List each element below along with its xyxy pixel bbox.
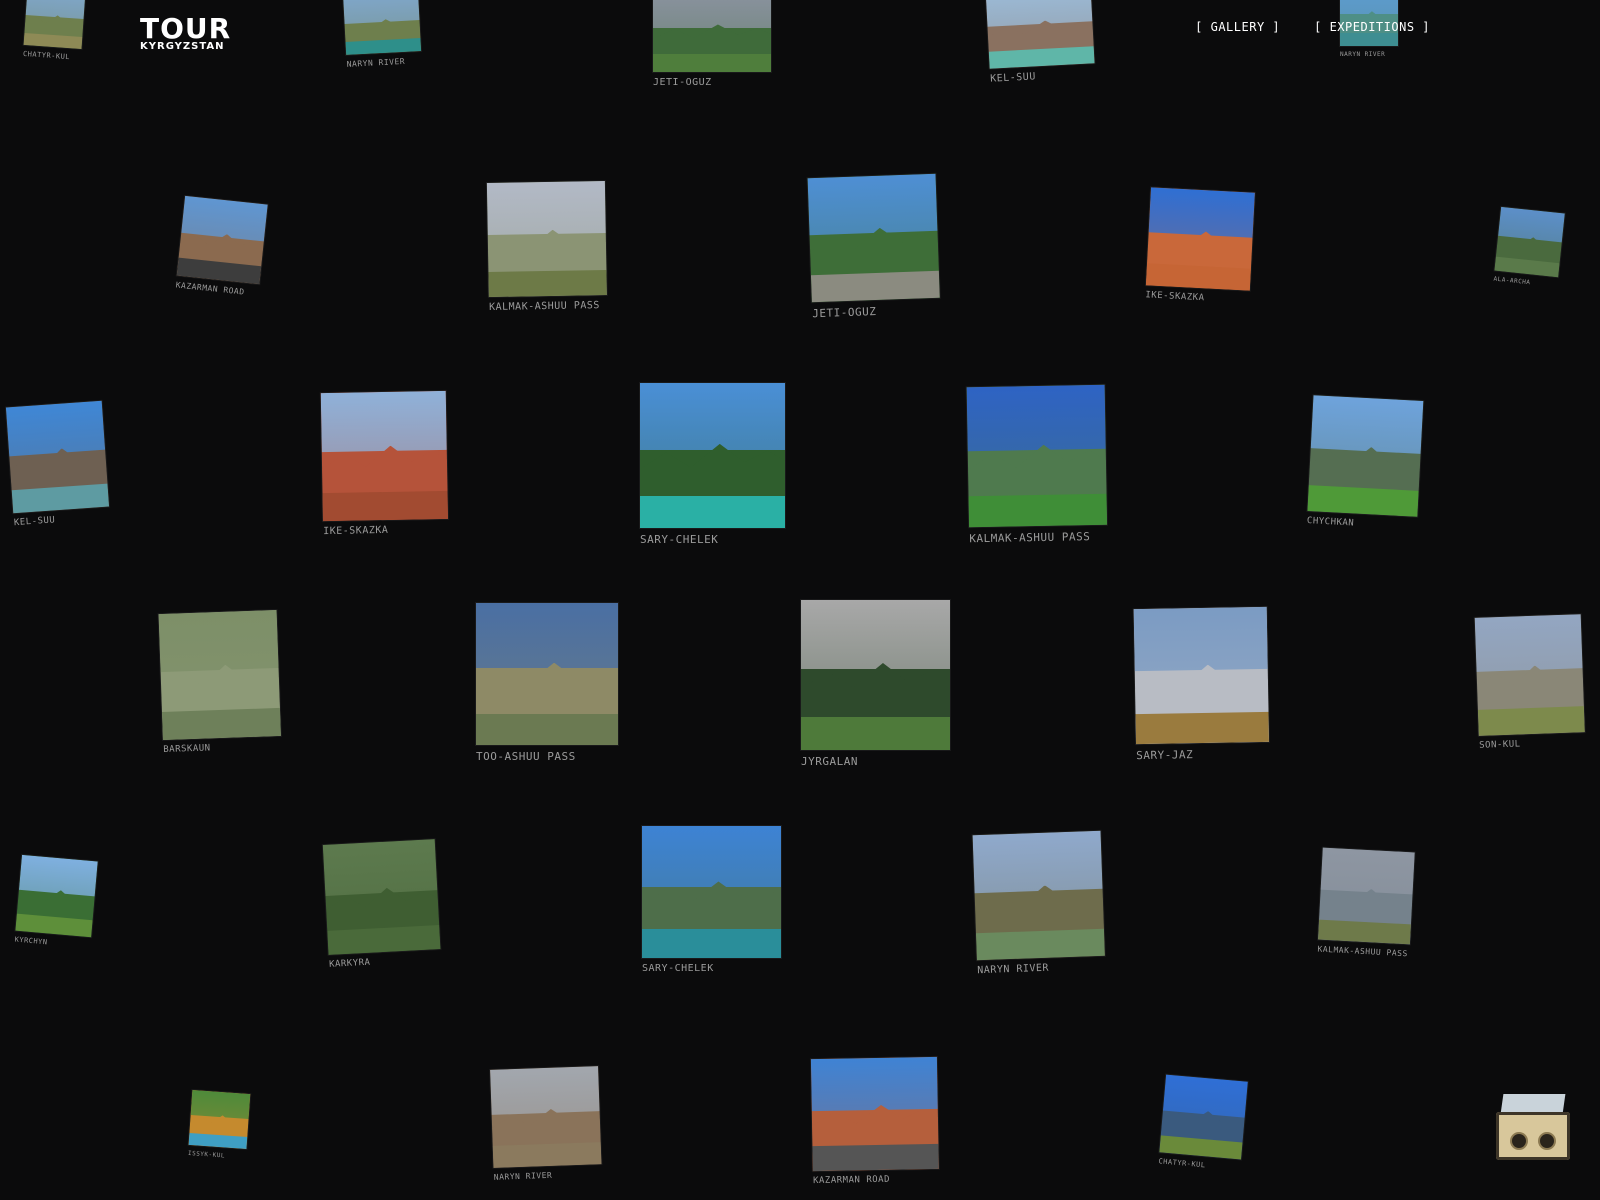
gallery-card[interactable]: NARYN RIVER [343,0,422,69]
logo-wordmark: TOUR [140,12,232,45]
gallery-caption: JETI-OGUZ [653,77,712,88]
gallery-photo [640,383,785,528]
gallery-caption: SARY-CHELEK [640,533,719,546]
gallery-caption: TOO-ASHUU PASS [476,750,576,763]
top-nav: [ GALLERY ] [ EXPEDITIONS ] [1195,20,1430,34]
gallery-caption: KEL-SUU [13,515,56,529]
gallery-card[interactable]: NARYN RIVER [490,1066,602,1182]
gallery-card[interactable]: KAZARMAN ROAD [810,1056,939,1187]
gallery-card[interactable]: JYRGALAN [801,600,950,768]
gallery-card[interactable]: ALA-ARCHA [1493,206,1565,289]
gallery-photo [1145,187,1255,291]
gallery-caption: JYRGALAN [801,755,858,768]
gallery-caption: CHYCHKAN [1306,516,1355,529]
gallery-photo [1474,614,1585,736]
gallery-caption: KAZARMAN ROAD [812,1174,891,1187]
gallery-photo [972,830,1105,961]
gallery-photo [1494,206,1565,278]
gallery-photo [188,1090,251,1149]
gallery-photo [1133,606,1270,745]
gallery-caption: IKE-SKAZKA [323,524,389,538]
gallery-caption: KEL-SUU [989,71,1037,85]
gallery-card[interactable]: IKE-SKAZKA [320,390,448,538]
gallery-card[interactable]: KEL-SUU [5,400,110,529]
gallery-card[interactable]: TOO-ASHUU PASS [476,603,618,763]
gallery-photo [322,839,441,955]
gallery-photo [810,1056,939,1172]
gallery-caption: NARYN RIVER [346,56,406,69]
gallery-photo [320,390,448,522]
gallery-caption: KYRCHYN [14,935,48,947]
gallery-card[interactable]: IKE-SKAZKA [1145,187,1255,305]
gallery-photo [476,603,618,745]
gallery-photo [23,0,86,49]
gallery-card[interactable]: KARKYRA [322,839,441,970]
gallery-card[interactable]: ISSYK-KUL [188,1090,251,1161]
gallery-photo [158,609,281,741]
gallery-photo [653,0,771,72]
gallery-photo [642,826,781,958]
gallery-photo [801,600,950,750]
gallery-caption: BARSKAUN [163,743,211,756]
gallery-card[interactable]: KEL-SUU [985,0,1096,85]
gallery-photo [486,180,607,298]
gallery-card[interactable]: KALMAK-ASHUU PASS [966,384,1108,546]
gallery-card[interactable]: JETI-OGUZ [807,173,941,321]
gallery-card[interactable]: JETI-OGUZ [653,0,771,88]
gallery-photo [343,0,422,55]
gallery-photo [15,854,98,938]
gallery-caption: SARY-CHELEK [642,963,714,974]
gallery-card[interactable]: SON-KUL [1474,614,1586,751]
gallery-card[interactable]: SARY-CHELEK [640,383,785,546]
logo-subtitle: KYRGYZSTAN [140,41,225,52]
gallery-card[interactable]: SARY-JAZ [1133,606,1270,763]
gallery-photo [985,0,1095,69]
gallery-caption: NARYN RIVER [493,1170,553,1182]
gallery-caption: NARYN RIVER [1340,51,1386,58]
gallery-card[interactable]: CHYCHKAN [1307,395,1424,532]
gallery-caption: KALMAK-ASHUU PASS [1317,944,1409,959]
gallery-caption: KAZARMAN ROAD [175,280,246,297]
gallery-caption: IKE-SKAZKA [1145,290,1205,304]
gallery-caption: CHATYR-KUL [1158,1157,1206,1170]
gallery-caption: KALMAK-ASHUU PASS [969,530,1091,546]
gallery-card[interactable]: NARYN RIVER [972,830,1106,977]
gallery-caption: ISSYK-KUL [187,1149,226,1160]
gallery-photo [1318,847,1415,945]
nav-gallery-link[interactable]: [ GALLERY ] [1195,20,1280,34]
gallery-caption: SON-KUL [1479,739,1521,751]
gallery-caption: SARY-JAZ [1136,748,1194,763]
gallery-card[interactable]: KYRCHYN [14,854,98,950]
gallery-caption: JETI-OGUZ [812,304,877,321]
gallery-card[interactable]: KALMAK-ASHUU PASS [486,180,607,314]
gallery-caption: ALA-ARCHA [1493,275,1531,287]
gallery-card[interactable]: KALMAK-ASHUU PASS [1317,847,1415,959]
gallery-card[interactable]: CHATYR-KUL [23,0,86,62]
gallery-card[interactable]: BARSKAUN [158,609,282,756]
gallery-caption: KARKYRA [328,957,371,970]
gallery-caption: NARYN RIVER [977,962,1050,977]
gallery-photo [5,400,110,514]
gallery-card[interactable]: KAZARMAN ROAD [175,195,268,298]
site-logo[interactable]: TOUR KYRGYZSTAN [140,15,231,53]
gallery-caption: KALMAK-ASHUU PASS [488,300,600,314]
nav-expeditions-link[interactable]: [ EXPEDITIONS ] [1314,20,1430,34]
gallery-card[interactable]: SARY-CHELEK [642,826,781,974]
gallery-photo [807,173,940,303]
gallery-photo [176,195,268,285]
gallery-photo [1159,1074,1248,1160]
gallery-photo [966,384,1108,528]
gallery-caption: CHATYR-KUL [22,49,71,62]
gallery-photo [490,1066,602,1168]
cassette-player-icon[interactable] [1496,1094,1572,1164]
gallery-photo [1307,395,1424,517]
gallery-card[interactable]: CHATYR-KUL [1158,1074,1248,1173]
